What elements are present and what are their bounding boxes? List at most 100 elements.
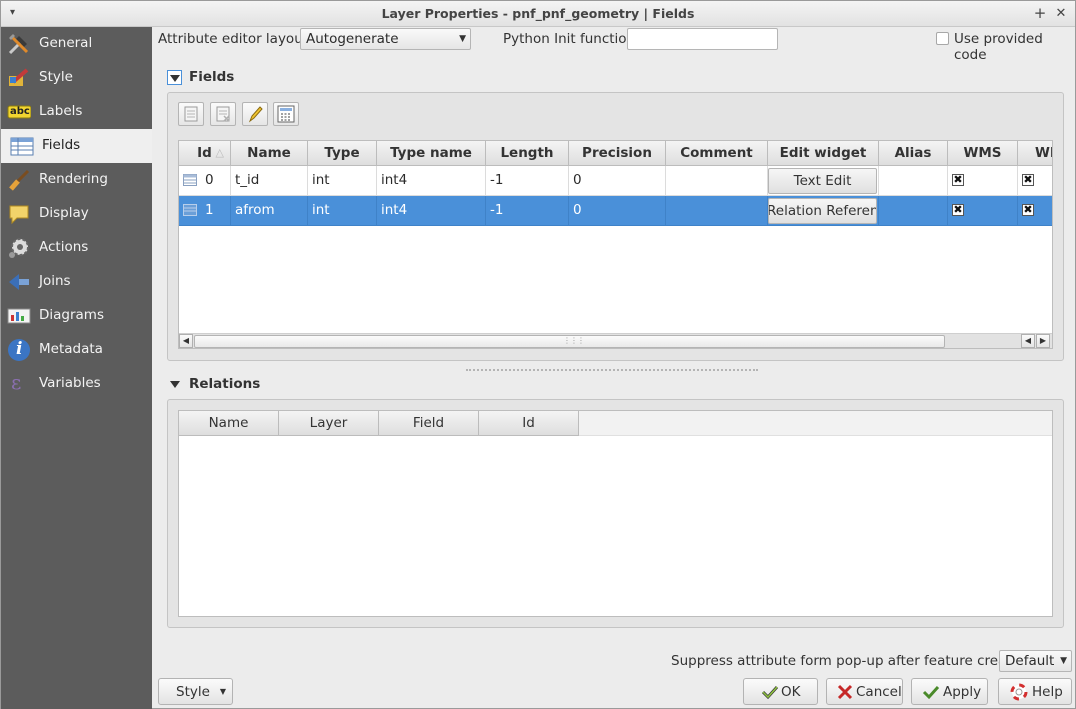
cell-alias <box>879 166 948 196</box>
python-init-input[interactable] <box>627 28 778 50</box>
delete-field-button[interactable] <box>210 102 236 126</box>
pin-icon[interactable]: + <box>1032 4 1048 22</box>
cell-edit-widget: Text Edit <box>768 166 879 196</box>
column-header-id[interactable]: Id <box>479 411 579 436</box>
grip-icon: ⋮⋮⋮ <box>563 336 585 345</box>
window-title: Layer Properties - pnf_pnf_geometry | Fi… <box>381 6 695 21</box>
calculator-icon <box>277 105 295 123</box>
wms-checkbox[interactable]: ✖ <box>952 204 964 216</box>
column-header-name[interactable]: Name <box>179 411 279 436</box>
sidebar-item-rendering[interactable]: Rendering <box>1 163 152 197</box>
field-type-icon <box>183 204 197 216</box>
relations-section-title: Relations <box>189 376 261 392</box>
column-header-name[interactable]: Name <box>231 141 308 166</box>
chevron-down-icon: ▼ <box>1060 656 1067 666</box>
wfs-checkbox[interactable]: ✖ <box>1022 174 1034 186</box>
info-badge-text: i <box>16 339 23 359</box>
cell-type: int <box>308 166 377 196</box>
cell-type-name: int4 <box>377 166 486 196</box>
column-header-wfs[interactable]: WI <box>1018 141 1052 166</box>
use-provided-code-checkbox[interactable] <box>936 32 949 45</box>
column-header-wms[interactable]: WMS <box>948 141 1018 166</box>
sidebar-item-variables[interactable]: ε Variables <box>1 367 152 401</box>
header-filler <box>579 411 1052 436</box>
sidebar-item-label: Labels <box>39 103 83 119</box>
title-bar: ▾ Layer Properties - pnf_pnf_geometry | … <box>1 1 1075 27</box>
use-provided-code-label: Use provided code <box>954 31 1043 63</box>
cell-comment <box>666 196 768 226</box>
sidebar-item-style[interactable]: Style <box>1 61 152 95</box>
field-type-icon <box>183 174 197 186</box>
sidebar-item-fields[interactable]: Fields <box>1 129 152 163</box>
sidebar-item-metadata[interactable]: i Metadata <box>1 333 152 367</box>
speech-bubble-icon <box>9 205 29 225</box>
new-field-icon <box>184 106 198 122</box>
epsilon-icon: ε <box>11 370 22 394</box>
sidebar-item-labels[interactable]: abc Labels <box>1 95 152 129</box>
column-header-length[interactable]: Length <box>486 141 569 166</box>
sidebar-item-label: Variables <box>39 375 101 391</box>
column-header-field[interactable]: Field <box>379 411 479 436</box>
help-button[interactable]: Help <box>998 678 1072 705</box>
pencil-icon <box>248 106 263 123</box>
cell-type: int <box>308 196 377 226</box>
attribute-layout-value: Autogenerate <box>306 31 399 47</box>
attribute-layout-combo[interactable]: Autogenerate ▼ <box>300 28 471 50</box>
apply-check-icon <box>922 685 940 700</box>
fields-groupbox: Id △ Name Type Type name Length Precisio… <box>167 92 1064 361</box>
column-header-layer[interactable]: Layer <box>279 411 379 436</box>
cell-comment <box>666 166 768 196</box>
column-header-id[interactable]: Id △ <box>179 141 231 166</box>
wms-checkbox[interactable]: ✖ <box>952 174 964 186</box>
scroll-right-icon[interactable]: ▶ <box>1036 334 1050 348</box>
delete-field-icon <box>216 106 230 122</box>
splitter-handle[interactable] <box>466 369 758 371</box>
sidebar-item-label: Fields <box>42 137 81 153</box>
field-calculator-button[interactable] <box>273 102 299 126</box>
scrollbar-thumb[interactable]: ⋮⋮⋮ <box>194 335 945 348</box>
column-header-comment[interactable]: Comment <box>666 141 768 166</box>
column-header-type-name[interactable]: Type name <box>377 141 486 166</box>
diagram-icon <box>7 308 31 324</box>
cell-name: t_id <box>231 166 308 196</box>
paintbrush-icon <box>9 68 29 86</box>
relations-table: Name Layer Field Id <box>178 410 1053 617</box>
sidebar-item-diagrams[interactable]: Diagrams <box>1 299 152 333</box>
close-icon[interactable]: ✕ <box>1053 6 1069 21</box>
sidebar-item-actions[interactable]: Actions <box>1 231 152 265</box>
sidebar-item-general[interactable]: General <box>1 27 152 61</box>
wfs-checkbox[interactable]: ✖ <box>1022 204 1034 216</box>
sidebar-item-label: Metadata <box>39 341 103 357</box>
lifebuoy-icon <box>1010 683 1028 701</box>
fields-table: Id △ Name Type Type name Length Precisio… <box>178 140 1053 349</box>
cell-name: afrom <box>231 196 308 226</box>
python-init-label: Python Init function <box>503 31 636 47</box>
attribute-layout-label: Attribute editor layout: <box>158 31 313 47</box>
new-field-button[interactable] <box>178 102 204 126</box>
toggle-editing-button[interactable] <box>242 102 268 126</box>
scroll-left-small-icon[interactable]: ◀ <box>1021 334 1035 348</box>
edit-widget-button[interactable]: Relation Reference <box>768 198 877 224</box>
chevron-down-icon: ▼ <box>459 34 466 44</box>
scroll-left-icon[interactable]: ◀ <box>179 334 193 348</box>
column-header-type[interactable]: Type <box>308 141 377 166</box>
apply-button[interactable]: Apply <box>911 678 988 705</box>
sidebar-item-joins[interactable]: Joins <box>1 265 152 299</box>
edit-widget-button[interactable]: Text Edit <box>768 168 877 194</box>
column-header-alias[interactable]: Alias <box>879 141 948 166</box>
fields-collapse-toggle[interactable] <box>167 70 182 85</box>
cell-wms: ✖ <box>948 166 1018 196</box>
column-header-edit-widget[interactable]: Edit widget <box>768 141 879 166</box>
column-header-precision[interactable]: Precision <box>569 141 666 166</box>
sidebar-item-label: Diagrams <box>39 307 104 323</box>
horizontal-scrollbar[interactable]: ◀ ⋮⋮⋮ ◀ ▶ <box>179 333 1052 348</box>
ok-button[interactable]: OK <box>743 678 818 705</box>
fields-section-title: Fields <box>189 69 235 85</box>
sidebar-item-label: Display <box>39 205 89 221</box>
relations-collapse-toggle[interactable] <box>170 381 180 388</box>
sidebar-item-label: Style <box>39 69 73 85</box>
style-menu-button[interactable]: Style ▼ <box>158 678 233 705</box>
cancel-button[interactable]: Cancel <box>826 678 903 705</box>
sidebar-item-display[interactable]: Display <box>1 197 152 231</box>
suppress-popup-combo[interactable]: Default ▼ <box>999 650 1072 672</box>
